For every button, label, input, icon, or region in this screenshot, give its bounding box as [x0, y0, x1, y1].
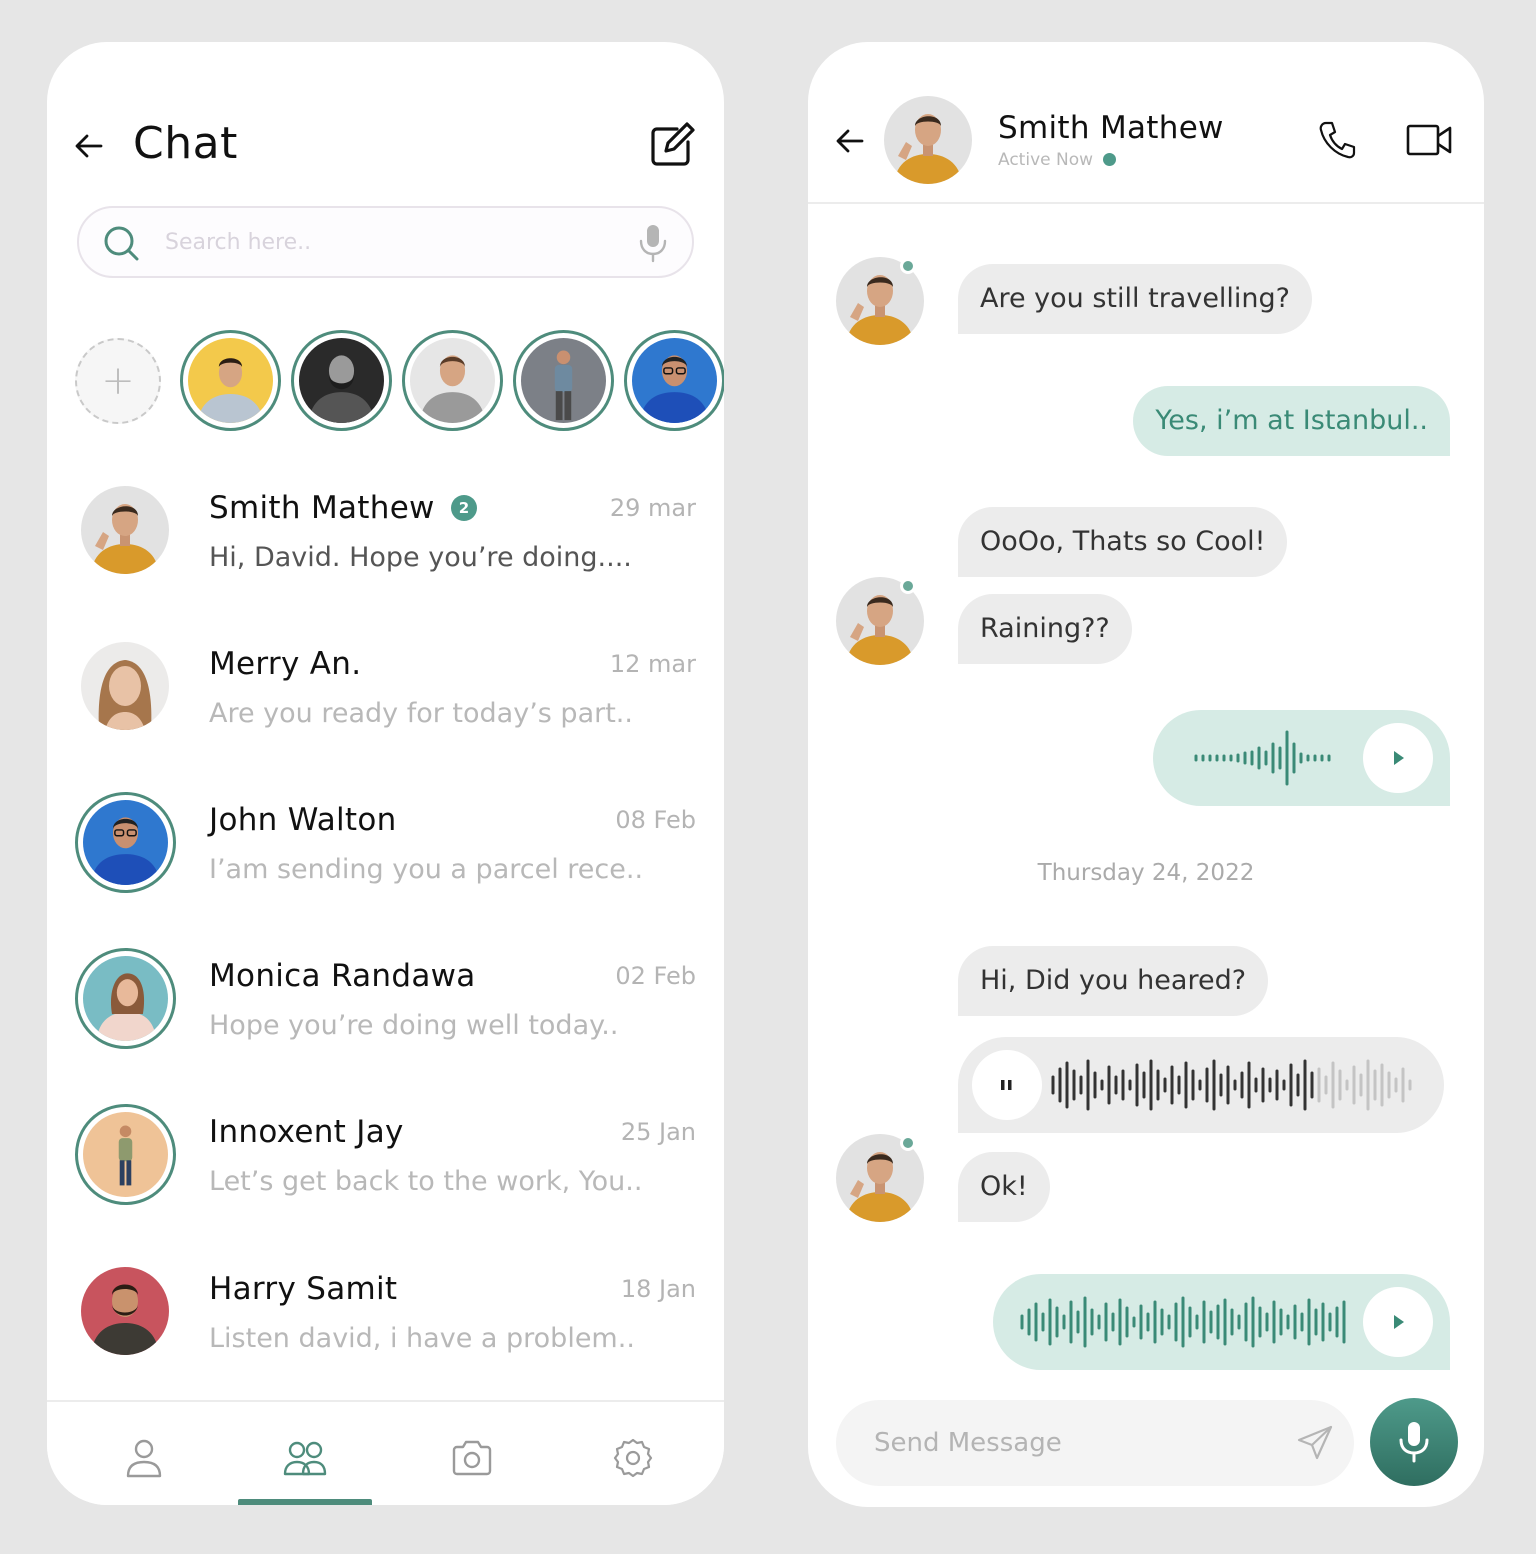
microphone-icon[interactable] — [635, 223, 671, 263]
back-arrow-icon[interactable] — [73, 130, 105, 162]
stories-row: + — [75, 330, 724, 432]
message-date: 12 mar — [609, 650, 696, 678]
message-date: 08 Feb — [615, 806, 696, 834]
message-preview: Hope you’re doing well today.. — [209, 1010, 619, 1041]
story-avatar[interactable] — [180, 330, 281, 431]
chat-list-item[interactable]: Merry An. 12 mar Are you ready for today… — [47, 642, 724, 772]
send-icon[interactable] — [1296, 1424, 1334, 1462]
conversation-screen: Smith Mathew Active Now Are you still tr… — [808, 42, 1484, 1507]
date-separator: Thursday 24, 2022 — [1037, 860, 1255, 886]
play-button[interactable] — [1363, 1287, 1433, 1357]
group-icon — [283, 1441, 327, 1476]
online-dot — [900, 258, 916, 274]
add-story-button[interactable]: + — [75, 338, 161, 424]
avatar — [81, 642, 169, 730]
waveform — [1194, 730, 1331, 786]
contact-name: Smith Mathew — [209, 490, 435, 526]
message-preview: Let’s get back to the work, You.. — [209, 1166, 643, 1197]
tab-settings[interactable] — [566, 1402, 700, 1505]
page-title: Chat — [133, 118, 238, 169]
message-date: 25 Jan — [620, 1118, 696, 1146]
unread-badge: 2 — [451, 495, 477, 521]
waveform — [1020, 1296, 1346, 1348]
message-preview: I’am sending you a parcel rece.. — [209, 854, 644, 885]
play-icon — [1394, 751, 1404, 765]
story-avatar[interactable] — [402, 330, 503, 431]
online-dot — [900, 1135, 916, 1151]
waveform — [1051, 1059, 1412, 1111]
message-date: 18 Jan — [620, 1275, 696, 1303]
contact-name: Innoxent Jay — [209, 1114, 404, 1150]
tab-camera[interactable] — [405, 1402, 539, 1505]
message-preview: Are you ready for today’s part.. — [209, 698, 633, 729]
video-call-icon[interactable] — [1406, 122, 1452, 158]
contact-status: Active Now — [998, 150, 1094, 170]
message-input[interactable] — [874, 1422, 1254, 1464]
conversation-header: Smith Mathew Active Now — [808, 42, 1484, 204]
chat-list-item[interactable]: Smith Mathew 2 29 mar Hi, David. Hope yo… — [47, 486, 724, 616]
contact-name: Monica Randawa — [209, 958, 476, 994]
online-dot — [900, 578, 916, 594]
contact-name: John Walton — [209, 802, 397, 838]
camera-icon — [452, 1440, 492, 1476]
avatar — [75, 792, 176, 893]
bottom-tab-bar — [47, 1400, 724, 1505]
play-button[interactable] — [1363, 723, 1433, 793]
search-icon — [104, 226, 139, 261]
voice-message-incoming — [958, 1037, 1444, 1133]
chat-list-item[interactable]: Monica Randawa 02 Feb Hope you’re doing … — [47, 948, 724, 1084]
message-composer — [836, 1400, 1354, 1486]
avatar — [81, 1267, 169, 1355]
message-preview: Hi, David. Hope you’re doing.... — [209, 542, 632, 573]
search-bar — [77, 206, 694, 278]
tab-profile[interactable] — [77, 1402, 211, 1505]
avatar — [75, 1104, 176, 1205]
compose-icon[interactable] — [647, 120, 697, 170]
chat-list-item[interactable]: Innoxent Jay 25 Jan Let’s get back to th… — [47, 1104, 724, 1240]
message-bubble-incoming: Hi, Did you heared? — [958, 946, 1269, 1016]
plus-icon: + — [101, 358, 135, 404]
message-bubble-incoming: Ok! — [958, 1152, 1050, 1222]
chat-list-item[interactable]: Harry Samit 18 Jan Listen david, i have … — [47, 1267, 724, 1397]
voice-message-outgoing — [993, 1274, 1450, 1370]
chat-list-item[interactable]: John Walton 08 Feb I’am sending you a pa… — [47, 792, 724, 928]
phone-icon[interactable] — [1318, 120, 1356, 160]
story-avatar[interactable] — [513, 330, 614, 431]
story-avatar[interactable] — [624, 330, 724, 431]
tab-groups[interactable] — [238, 1402, 372, 1505]
message-bubble-incoming: OoOo, Thats so Cool! — [958, 507, 1288, 577]
play-icon — [1394, 1315, 1404, 1329]
contact-name: Harry Samit — [209, 1271, 398, 1307]
contact-name: Merry An. — [209, 646, 362, 682]
active-tab-indicator — [238, 1499, 372, 1505]
message-preview: Listen david, i have a problem.. — [209, 1323, 635, 1354]
settings-icon — [613, 1438, 653, 1478]
record-voice-button[interactable] — [1370, 1398, 1458, 1486]
pause-button[interactable] — [972, 1050, 1042, 1120]
avatar — [81, 486, 169, 574]
profile-icon — [126, 1439, 162, 1478]
back-arrow-icon[interactable] — [834, 125, 866, 157]
contact-avatar[interactable] — [884, 96, 972, 184]
online-dot — [1103, 153, 1116, 166]
pause-icon — [1001, 1080, 1012, 1090]
contact-name: Smith Mathew — [998, 110, 1224, 146]
microphone-icon — [1399, 1422, 1429, 1463]
message-date: 29 mar — [609, 494, 696, 522]
message-bubble-incoming: Are you still travelling? — [958, 264, 1313, 334]
chat-list-screen: Chat + Smith Mathew 2 29 mar Hi, David. … — [47, 42, 724, 1505]
message-bubble-outgoing: Yes, i’m at Istanbul.. — [1133, 386, 1450, 456]
message-bubble-incoming: Raining?? — [958, 594, 1132, 664]
story-avatar[interactable] — [291, 330, 392, 431]
voice-message-outgoing — [1153, 710, 1450, 806]
message-date: 02 Feb — [615, 962, 696, 990]
avatar — [75, 948, 176, 1049]
search-input[interactable] — [165, 222, 605, 262]
